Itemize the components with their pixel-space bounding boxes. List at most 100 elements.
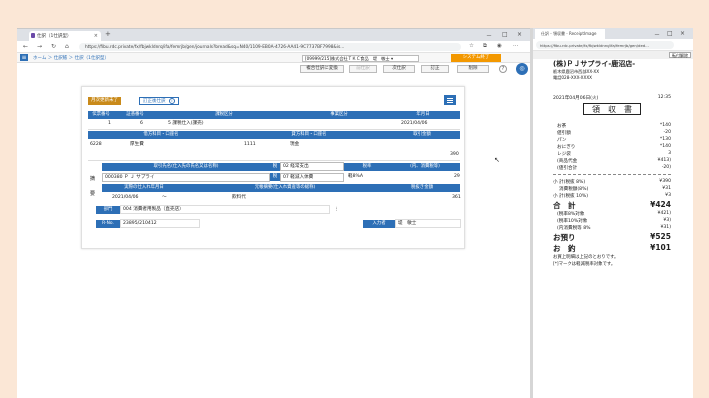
receipt-subtotal-10-value: ¥3	[665, 193, 671, 198]
partner-field[interactable]: 000380 Ｐ Ｊ サプライ	[102, 173, 270, 182]
breadcrumb[interactable]: ホーム ＞ 仕訳帳 ＞ 仕訳（1仕訳型）	[33, 55, 109, 61]
reload-icon[interactable]: ↻	[51, 43, 56, 50]
receipt-date: 2021年04月06日(火)	[553, 96, 599, 101]
receipt-item-price: -20)	[661, 165, 671, 170]
divider	[88, 160, 460, 161]
receipt-taxable-10: (税率10%対象	[557, 219, 588, 224]
company-select[interactable]: [09999/215]株式会社ＴＫＣ食品 堤 敏士 ▾	[302, 54, 419, 62]
label-tax-amount: 税抜き金額	[384, 184, 460, 192]
browser-window-left: 仕訳（1仕訳型） × + － □ × ← → ↻ ⌂ https://fibu.…	[17, 28, 530, 398]
receipt-store: (株)ＰＪサプライ-鹿沼店-	[553, 60, 636, 68]
label-actual-date: 実際の仕入れ年月日	[102, 184, 186, 192]
label-partner: 取引先名(仕入先の氏名又は名称)	[102, 163, 270, 171]
close-window-icon[interactable]: ×	[517, 31, 522, 38]
receipt-subtotal-10: 小 計(税抜 10%)	[553, 194, 589, 199]
receipt-image: (株)ＰＪサプライ-鹿沼店- 栃木県鹿沼市西部XX-XX 電話028-XXX-X…	[553, 59, 671, 314]
system-exit-button[interactable]: システム終了	[451, 54, 501, 62]
url-input[interactable]: https://fibu.rdc.private/fx/fbjwkldnrq/i…	[79, 43, 461, 51]
profile-icon[interactable]: ◉	[497, 43, 502, 49]
label-denpyo-no: 伝票番号	[88, 111, 114, 119]
home-icon[interactable]: ⌂	[65, 43, 69, 50]
debit-code[interactable]: 6228	[90, 141, 102, 149]
tax-included-value: 29	[454, 174, 460, 179]
label-date: 年月日	[386, 111, 460, 119]
hamburger-menu-icon[interactable]: ≡	[20, 54, 28, 61]
receipt-included-tax: (内消費税等 8%	[557, 226, 591, 231]
receipt-item-price: 3	[668, 151, 671, 156]
forward-icon[interactable]: →	[37, 43, 42, 50]
fix-button[interactable]: 訂正	[421, 64, 449, 73]
receipt-item-price: *140	[659, 123, 671, 128]
minimize-icon[interactable]: －	[654, 30, 660, 39]
maximize-icon[interactable]: □	[502, 31, 508, 38]
extensions-icon[interactable]: ⧉	[483, 43, 487, 50]
help-icon[interactable]: ?	[499, 64, 507, 73]
label-debit: 借方科目・口座名	[88, 131, 234, 139]
label-amount: 取引金額	[384, 131, 460, 139]
star-icon[interactable]: ☆	[469, 43, 474, 49]
credit-name: 現金	[290, 142, 300, 147]
receipt-item-price: *140	[659, 144, 671, 149]
label-shoko-no: 証憑番号	[114, 111, 156, 119]
receipt-toolbar: 転付解除	[533, 51, 693, 59]
receipt-paid-label: お預り	[553, 233, 576, 242]
rno-field[interactable]: 23895/210412	[120, 219, 200, 228]
menu-icon[interactable]: ⋯	[513, 43, 519, 49]
tax-amount-value: 361	[452, 195, 461, 200]
label-input-person: 入力者	[363, 220, 395, 228]
receipt-change-label: お 釣	[553, 244, 576, 253]
tax-rate-value[interactable]: 軽8%A	[348, 173, 363, 181]
receipt-taxable-8: (税率8%対象	[557, 212, 585, 217]
label-rno: R-No.	[96, 220, 120, 228]
tab-title: 仕訳（1仕訳型）	[37, 34, 72, 39]
browser-window-right: 仕訳 - 領収書 - ReceiptImage － □ × https://fi…	[533, 28, 693, 398]
actual-date-value[interactable]: 2021/04/06	[112, 194, 138, 202]
row-marker-1: 摘	[90, 176, 96, 182]
kazei-value[interactable]: 5 課税仕入(課売)	[168, 120, 204, 128]
credit-code[interactable]: 1111	[244, 141, 256, 149]
close-window-icon[interactable]: ×	[680, 30, 685, 37]
info-icon[interactable]: i	[168, 98, 175, 104]
close-tab-icon[interactable]: ×	[94, 33, 98, 39]
new-tab-icon[interactable]: +	[105, 30, 111, 38]
url-input-right[interactable]: https://fibu.rdc.private/fx/fbjwkldnrq/i…	[536, 41, 674, 49]
back-icon[interactable]: ←	[23, 43, 28, 50]
address-bar: ← → ↻ ⌂ https://fibu.rdc.private/fx/fbjw…	[17, 41, 530, 53]
divider	[88, 129, 460, 130]
next-journal-button[interactable]: 次仕訳	[383, 64, 415, 73]
shoko-no-value[interactable]: 6	[140, 120, 143, 128]
delete-button[interactable]: 削除	[457, 64, 489, 73]
tax-kind-2[interactable]: 07 軽減入体費	[280, 173, 344, 182]
denpyo-no-value[interactable]: 1	[108, 120, 111, 128]
status-badge-corrected: 訂正後仕訳 i	[139, 97, 179, 105]
receipt-item-price: -20	[663, 130, 671, 135]
receipt-tax-8: 消費税額(8%)	[559, 187, 589, 192]
input-person-field[interactable]: 堤 敏士	[395, 219, 461, 228]
receipt-item-name: (値引合計	[557, 166, 578, 171]
toolbar: 複合仕訳に変換 前仕訳 次仕訳 訂正 削除 ?	[17, 63, 530, 74]
receipt-included-tax-value: ¥31)	[660, 225, 671, 230]
tax-kind-1[interactable]: 02 経常支出	[280, 162, 344, 171]
date-value[interactable]: 2021/04/06	[401, 120, 427, 128]
more-icon[interactable]: ⋮	[334, 206, 339, 214]
card-view-icon[interactable]	[444, 95, 456, 105]
receipt-title: 領 収 書	[583, 103, 641, 115]
edge-toggle-icon[interactable]: ◎	[516, 63, 528, 75]
receipt-item-name: パン	[557, 138, 567, 143]
receipt-item-name: おにぎり	[557, 145, 576, 150]
prev-journal-button[interactable]: 前仕訳	[349, 64, 377, 73]
minimize-icon[interactable]: －	[486, 31, 492, 40]
amount-value[interactable]: 390	[450, 151, 459, 159]
maximize-icon[interactable]: □	[667, 30, 673, 37]
browser-tab-right[interactable]: 仕訳 - 領収書 - ReceiptImage	[535, 29, 605, 39]
receipt-item-price: ¥413)	[657, 158, 671, 163]
dept-field[interactable]: 004 消費者用製品（直売店）	[120, 205, 330, 214]
description-value[interactable]: 飲料代	[232, 194, 246, 202]
receipt-item-name: レジ袋	[557, 152, 571, 157]
convert-compound-button[interactable]: 複合仕訳に変換	[300, 64, 344, 73]
date-range-tilde: 〜	[162, 195, 167, 200]
unlink-button[interactable]: 転付解除	[669, 52, 691, 58]
receipt-time: 12:35	[657, 95, 671, 100]
receipt-note-1: お買上明細は上記のとおりです。	[553, 255, 619, 260]
browser-tab[interactable]: 仕訳（1仕訳型） ×	[29, 31, 101, 41]
